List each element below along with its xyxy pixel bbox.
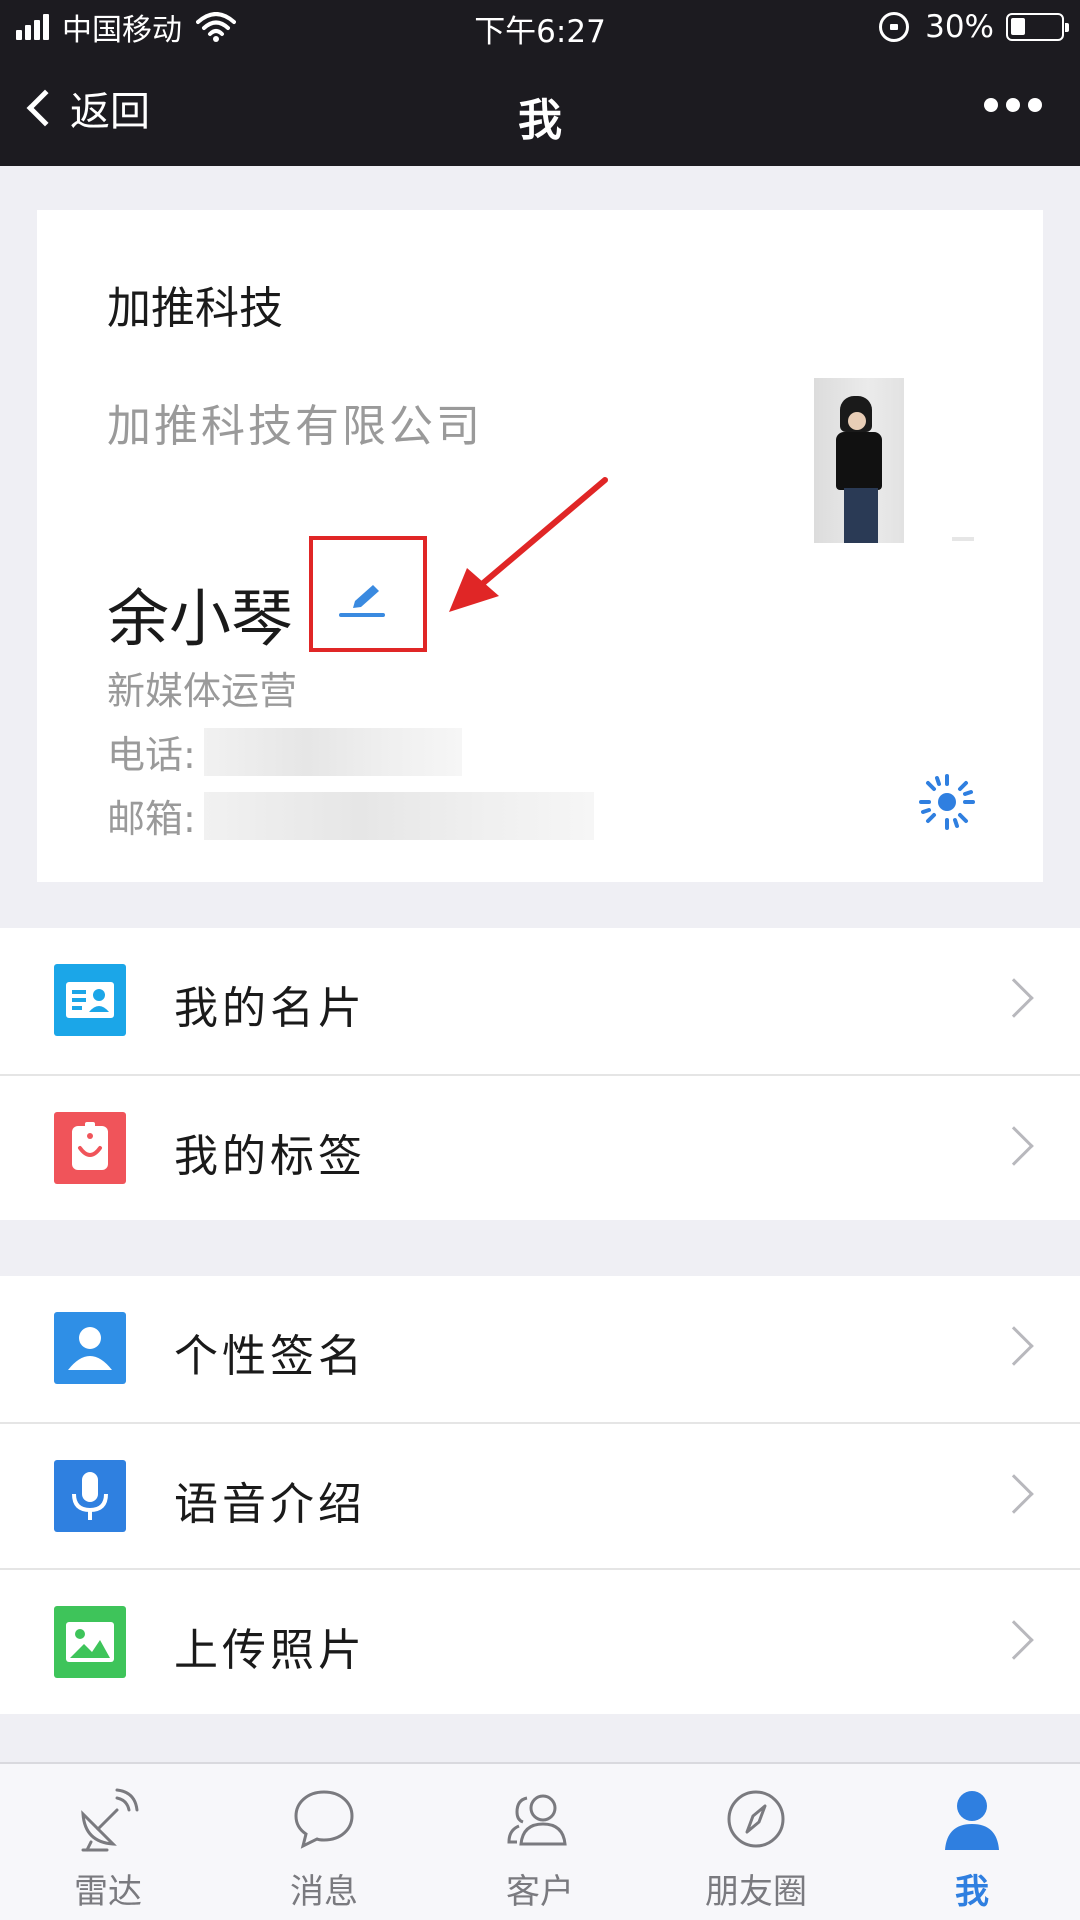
business-card-icon	[54, 964, 126, 1036]
phone-label: 电话:	[107, 733, 196, 777]
chevron-right-icon	[994, 978, 1034, 1018]
compass-icon	[727, 1790, 785, 1848]
pencil-icon	[339, 585, 385, 617]
chevron-right-icon	[994, 1620, 1034, 1660]
menu-group-2: 个性签名 语音介绍 上传照片	[0, 1276, 1080, 1714]
tab-moments[interactable]: 朋友圈	[648, 1764, 864, 1920]
radar-dish-icon	[81, 1788, 139, 1852]
menu-label: 上传照片	[174, 1625, 366, 1676]
tab-bar: 雷达 消息 客户 朋友圈 我	[0, 1762, 1080, 1920]
tag-bag-icon	[54, 1112, 126, 1184]
profile-card: 加推科技 加推科技有限公司 余小琴 新媒体运营 电话: 邮箱:	[37, 210, 1043, 882]
menu-label: 个性签名	[174, 1331, 366, 1382]
battery-percent: 30%	[925, 9, 994, 45]
job-title: 新媒体运营	[107, 669, 298, 713]
tab-label: 朋友圈	[705, 1872, 807, 1912]
rotation-lock-icon	[879, 12, 910, 42]
radar-code-icon[interactable]	[917, 772, 977, 832]
chevron-right-icon	[994, 1126, 1034, 1166]
tab-label: 消息	[290, 1872, 358, 1912]
status-right: 30%	[879, 8, 1069, 46]
battery-icon	[1006, 13, 1069, 41]
menu-label: 语音介绍	[174, 1479, 366, 1530]
chevron-right-icon	[994, 1474, 1034, 1514]
more-dots-icon[interactable]	[976, 98, 1042, 112]
page-title: 我	[518, 95, 562, 146]
phone-value-blurred	[203, 727, 462, 776]
header: 中国移动 下午6:27 30% 返回 我	[0, 0, 1080, 166]
status-bar: 中国移动 下午6:27 30%	[0, 0, 1080, 54]
menu-group-1: 我的名片 我的标签	[0, 928, 1080, 1220]
menu-item-voice-intro[interactable]: 语音介绍	[0, 1422, 1080, 1568]
menu-item-my-tags[interactable]: 我的标签	[0, 1074, 1080, 1220]
tab-label: 我	[955, 1872, 989, 1912]
tab-label: 客户	[506, 1872, 574, 1912]
chat-bubble-icon	[294, 1790, 354, 1849]
email-label: 邮箱:	[107, 797, 196, 841]
menu-label: 我的标签	[174, 1131, 366, 1182]
menu-item-upload-photo[interactable]: 上传照片	[0, 1568, 1080, 1714]
email-row: 邮箱:	[107, 788, 594, 843]
tab-radar[interactable]: 雷达	[0, 1764, 216, 1920]
annotation-arrow-icon	[449, 477, 608, 612]
chevron-right-icon	[994, 1326, 1034, 1366]
phone-row: 电话:	[107, 724, 462, 779]
customers-icon	[507, 1794, 567, 1846]
nav-bar: 返回 我	[0, 54, 1080, 166]
org-full-name: 加推科技有限公司	[107, 401, 483, 452]
tab-customers[interactable]: 客户	[432, 1764, 648, 1920]
menu-label: 我的名片	[174, 983, 366, 1034]
tab-me[interactable]: 我	[864, 1764, 1080, 1920]
user-icon	[54, 1312, 126, 1384]
person-icon	[945, 1791, 999, 1850]
image-icon	[54, 1606, 126, 1678]
menu-item-signature[interactable]: 个性签名	[0, 1276, 1080, 1422]
edit-name-button[interactable]	[309, 536, 427, 652]
tab-messages[interactable]: 消息	[216, 1764, 432, 1920]
tab-label: 雷达	[74, 1872, 142, 1912]
microphone-icon	[54, 1460, 126, 1532]
profile-photo[interactable]	[814, 378, 904, 543]
photo-indicator	[952, 537, 974, 541]
battery-fill	[1011, 18, 1025, 35]
profile-name: 余小琴	[107, 582, 294, 655]
menu-item-my-card[interactable]: 我的名片	[0, 928, 1080, 1074]
email-value-blurred	[203, 791, 594, 840]
org-short-name: 加推科技	[107, 283, 283, 334]
